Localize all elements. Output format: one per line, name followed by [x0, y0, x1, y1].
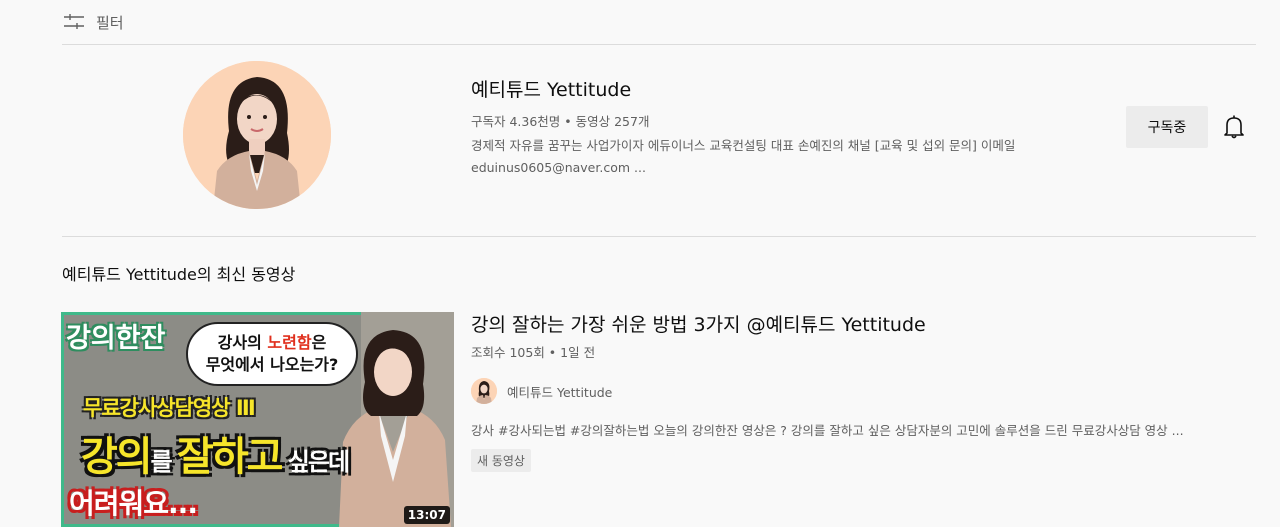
bell-icon[interactable]: [1222, 114, 1246, 140]
thumbnail-headline: 강의를 잘하고 싶은데: [81, 424, 350, 482]
subscribed-button[interactable]: 구독중: [1126, 106, 1208, 148]
bubble-text-pre: 강사의: [217, 333, 268, 352]
video-duration: 13:07: [403, 506, 450, 524]
channel-card: 예티튜드 Yettitude 구독자 4.36천명 • 동영상 257개 경제적…: [62, 44, 1256, 237]
headline-part-4: 싶은데: [281, 448, 350, 476]
channel-meta: 구독자 4.36천명 • 동영상 257개: [471, 114, 650, 129]
video-description: 강사 #강사되는법 #강의잘하는법 오늘의 강의한잔 영상은 ? 강의를 잘하고…: [471, 423, 1184, 438]
video-channel-avatar[interactable]: [471, 378, 497, 404]
video-info: 강의 잘하는 가장 쉬운 방법 3가지 @예티튜드 Yettitude 조회수 …: [471, 312, 1261, 472]
video-channel[interactable]: 예티튜드 Yettitude: [471, 378, 1261, 404]
video-channel-name[interactable]: 예티튜드 Yettitude: [507, 382, 612, 401]
filter-label: 필터: [96, 13, 124, 32]
video-thumbnail[interactable]: 강의한잔 강사의 노련함은 무엇에서 나오는가? 무료강사상담영상 Ⅲ 강의를 …: [61, 312, 454, 527]
channel-avatar[interactable]: [183, 61, 331, 209]
filter-sliders-icon: [62, 10, 86, 34]
headline-part-1: 강의: [81, 434, 153, 480]
section-title: 예티튜드 Yettitude의 최신 동영상: [62, 265, 296, 284]
filter-bar[interactable]: 필터: [62, 0, 1256, 45]
channel-description: 경제적 자유를 꿈꾸는 사업가이자 에듀이너스 교육컨설팅 대표 손예진의 채널…: [471, 138, 1016, 175]
thumbnail-bottom-text: 어려워요...: [69, 487, 198, 520]
bubble-text-line2: 무엇에서 나오는가?: [205, 355, 339, 374]
headline-part-3: 잘하고: [177, 434, 283, 480]
bubble-text-post: 은: [311, 333, 327, 352]
headline-part-2: 를: [150, 448, 178, 476]
new-video-badge: 새 동영상: [471, 449, 531, 472]
video-title[interactable]: 강의 잘하는 가장 쉬운 방법 3가지 @예티튜드 Yettitude: [471, 312, 1261, 338]
thumbnail-tag: 강의한잔: [66, 323, 166, 354]
video-meta: 조회수 105회 • 1일 전: [471, 345, 596, 360]
bubble-text-highlight: 노련함: [267, 333, 312, 352]
channel-name[interactable]: 예티튜드 Yettitude: [471, 77, 1091, 103]
thumbnail-bubble: 강사의 노련함은 무엇에서 나오는가?: [186, 322, 358, 386]
thumbnail-subtitle: 무료강사상담영상 Ⅲ: [83, 396, 256, 420]
